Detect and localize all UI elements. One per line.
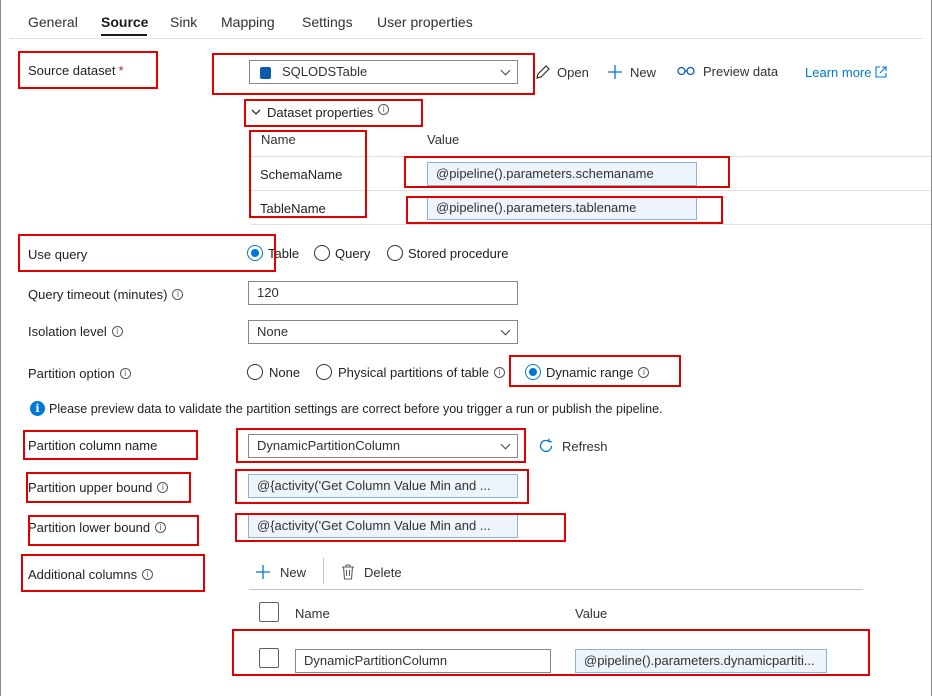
toolbar-divider: [323, 558, 324, 584]
info-icon: i: [157, 482, 169, 493]
table-divider: [251, 224, 931, 225]
radio-stored-procedure[interactable]: [387, 245, 403, 261]
info-icon: i: [172, 289, 184, 300]
radio-table-label: Table: [268, 246, 300, 261]
partition-info-message: Please preview data to validate the part…: [49, 402, 663, 416]
lower-bound-label: Partition lower bound i: [28, 520, 167, 535]
upper-bound-input[interactable]: @{activity('Get Column Value Min and ...: [248, 474, 518, 498]
row-checkbox[interactable]: [259, 648, 279, 668]
partition-column-select[interactable]: DynamicPartitionColumn: [248, 434, 518, 458]
additional-column-value-input[interactable]: @pipeline().parameters.dynamicpartiti...: [575, 649, 827, 673]
radio-partition-none-label: None: [269, 365, 301, 380]
tab-sink[interactable]: Sink: [170, 14, 197, 30]
additional-column-name-input[interactable]: DynamicPartitionColumn: [295, 649, 551, 673]
preview-data-button[interactable]: Preview data: [677, 64, 778, 79]
tab-mapping[interactable]: Mapping: [221, 14, 275, 30]
source-dataset-select[interactable]: SQLODSTable: [249, 60, 518, 84]
table-divider: [251, 190, 931, 191]
add-column-button[interactable]: New: [255, 564, 306, 580]
radio-stored-procedure-label: Stored procedure: [408, 246, 509, 261]
delete-column-button[interactable]: Delete: [341, 564, 402, 580]
table-name-label: TableName: [260, 201, 326, 216]
radio-dynamic-range[interactable]: [525, 364, 541, 380]
schema-name-label: SchemaName: [260, 167, 343, 182]
tab-general[interactable]: General: [28, 14, 78, 30]
lower-bound-input[interactable]: @{activity('Get Column Value Min and ...: [248, 514, 518, 538]
info-icon: i: [142, 569, 154, 580]
chevron-down-icon: [251, 109, 261, 115]
tab-source[interactable]: Source: [101, 14, 148, 30]
learn-more-link[interactable]: Learn more: [805, 65, 888, 80]
info-icon: i: [155, 522, 167, 533]
chevron-down-icon: [500, 65, 511, 76]
trash-icon: [342, 564, 354, 580]
dataset-properties-name-header: Name: [261, 132, 296, 147]
radio-dynamic-range-label: Dynamic range i: [546, 365, 650, 380]
dataset-properties-toggle[interactable]: Dataset properties i: [251, 104, 390, 120]
refresh-button[interactable]: Refresh: [538, 438, 608, 454]
source-settings-panel: General Source Sink Mapping Settings Use…: [0, 0, 932, 696]
isolation-level-select[interactable]: None: [248, 320, 518, 344]
radio-table[interactable]: [247, 245, 263, 261]
radio-physical-partitions[interactable]: [316, 364, 332, 380]
active-tab-indicator: [101, 34, 147, 36]
plus-icon: [256, 565, 270, 579]
info-icon: i: [638, 367, 650, 378]
radio-physical-partitions-label: Physical partitions of table i: [338, 365, 506, 380]
partition-column-label: Partition column name: [28, 438, 158, 453]
additional-columns-label: Additional columns i: [28, 567, 154, 582]
required-mark: *: [118, 63, 124, 78]
chevron-down-icon: [500, 325, 511, 336]
table-divider: [251, 156, 931, 157]
info-icon: i: [111, 326, 123, 337]
query-timeout-input[interactable]: 120: [248, 281, 518, 305]
plus-icon: [608, 65, 622, 79]
additional-columns-name-header: Name: [295, 606, 330, 621]
table-name-input[interactable]: @pipeline().parameters.tablename: [427, 196, 697, 220]
new-dataset-button[interactable]: New: [607, 64, 656, 80]
tab-settings[interactable]: Settings: [302, 14, 353, 30]
sql-table-icon: [260, 67, 271, 79]
radio-partition-none[interactable]: [247, 364, 263, 380]
refresh-icon: [539, 438, 553, 452]
chevron-down-icon: [500, 439, 511, 450]
tab-user-properties[interactable]: User properties: [377, 14, 473, 30]
dataset-properties-value-header: Value: [427, 132, 460, 147]
schema-name-input[interactable]: @pipeline().parameters.schemaname: [427, 162, 697, 186]
additional-columns-value-header: Value: [575, 606, 608, 621]
info-filled-icon: i: [30, 401, 45, 416]
info-icon: i: [494, 367, 506, 378]
radio-query-label: Query: [335, 246, 371, 261]
upper-bound-label: Partition upper bound i: [28, 480, 169, 495]
pencil-icon: [536, 65, 550, 79]
info-icon: i: [378, 104, 390, 115]
source-dataset-value: SQLODSTable: [282, 64, 368, 79]
radio-query[interactable]: [314, 245, 330, 261]
info-icon: i: [119, 368, 131, 379]
external-link-icon: [875, 66, 888, 78]
isolation-level-label: Isolation level i: [28, 324, 123, 339]
glasses-icon: [677, 66, 695, 76]
table-divider: [249, 589, 863, 590]
query-timeout-label: Query timeout (minutes) i: [28, 287, 184, 302]
partition-option-label: Partition option i: [28, 366, 131, 381]
use-query-label: Use query: [28, 247, 88, 262]
source-dataset-label: Source dataset *: [28, 63, 124, 78]
tabs-divider: [9, 38, 923, 39]
open-button[interactable]: Open: [535, 64, 589, 80]
select-all-checkbox[interactable]: [259, 602, 279, 622]
